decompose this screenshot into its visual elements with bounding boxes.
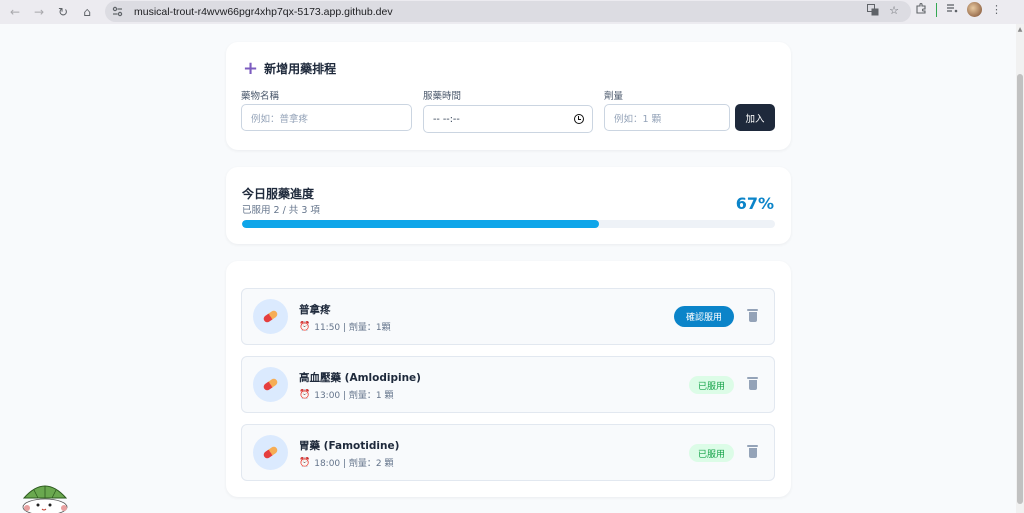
dose-label: 劑量 [604,91,624,102]
med-time-dose: 13:00 | 劑量：1 顆 [314,391,394,401]
alarm-clock-icon: ⏰ [299,389,311,400]
page-viewport: + 新增用藥排程 藥物名稱 例如：普拿疼 服藥時間 -- --:-- 劑量 例如… [0,24,1016,513]
add-button[interactable]: 加入 [735,104,775,131]
progress-bar [242,220,775,228]
med-name-input[interactable]: 例如：普拿疼 [241,104,412,131]
med-meta: ⏰ 13:00 | 劑量：1 顆 [299,388,394,402]
trash-icon[interactable] [747,445,758,458]
trash-icon[interactable] [747,377,758,390]
scroll-up-icon[interactable]: ▲ [1017,26,1023,33]
toolbar-divider [936,2,937,17]
med-name: 普拿疼 [299,304,331,316]
pill-icon [262,445,279,460]
med-avatar [253,299,288,334]
browser-toolbar: ← → ↻ ⌂ musical-trout-r4wvw66pgr4xhp7qx-… [0,0,1024,24]
clock-icon[interactable] [574,114,584,124]
med-name: 胃藥 (Famotidine) [299,440,400,452]
mascot-illustration [22,485,68,513]
time-input[interactable]: -- --:-- [423,105,593,133]
menu-kebab-icon[interactable]: ⋮ [991,3,1002,16]
medication-item: 高血壓藥 (Amlodipine) ⏰ 13:00 | 劑量：1 顆 已服用 [241,356,775,413]
med-name: 高血壓藥 (Amlodipine) [299,372,421,384]
url-text: musical-trout-r4wvw66pgr4xhp7qx-5173.app… [134,5,393,18]
medication-item: 普拿疼 ⏰ 11:50 | 劑量：1顆 確認服用 [241,288,775,345]
med-avatar [253,435,288,470]
add-schedule-card: + 新增用藥排程 藥物名稱 例如：普拿疼 服藥時間 -- --:-- 劑量 例如… [226,42,791,150]
alarm-clock-icon: ⏰ [299,321,311,332]
progress-title: 今日服藥進度 [242,187,315,201]
confirm-taken-button[interactable]: 確認服用 [674,306,734,327]
profile-avatar[interactable] [967,2,982,17]
pill-icon [262,377,279,392]
med-meta: ⏰ 11:50 | 劑量：1顆 [299,320,391,334]
trash-icon[interactable] [747,309,758,322]
medication-item: 胃藥 (Famotidine) ⏰ 18:00 | 劑量：2 顆 已服用 [241,424,775,481]
med-time-dose: 11:50 | 劑量：1顆 [314,323,391,333]
dose-placeholder: 例如：1 顆 [614,113,662,125]
progress-subtitle: 已服用 2 / 共 3 項 [242,205,320,216]
med-avatar [253,367,288,402]
taken-badge: 已服用 [689,444,734,462]
time-label: 服藥時間 [423,91,462,102]
bookmark-star-icon[interactable]: ☆ [889,4,899,19]
plus-icon: + [243,57,259,79]
time-value: -- --:-- [433,113,460,125]
home-icon[interactable]: ⌂ [75,2,99,22]
progress-card: 今日服藥進度 已服用 2 / 共 3 項 67% [226,167,791,244]
dose-input[interactable]: 例如：1 顆 [604,104,730,131]
page-scrollbar[interactable]: ▲ [1016,24,1024,513]
reading-list-icon[interactable] [946,2,958,17]
medication-list-card: 普拿疼 ⏰ 11:50 | 劑量：1顆 確認服用 高血壓藥 (Amlodipin… [226,261,791,497]
add-schedule-heading: + 新增用藥排程 [243,57,337,79]
site-info-icon[interactable] [110,5,124,19]
address-bar[interactable]: musical-trout-r4wvw66pgr4xhp7qx-5173.app… [105,1,911,22]
add-schedule-title: 新增用藥排程 [264,62,337,76]
progress-bar-fill [242,220,600,228]
forward-icon[interactable]: → [27,2,51,22]
extensions-icon[interactable] [915,2,927,17]
med-time-dose: 18:00 | 劑量：2 顆 [314,459,394,469]
scrollbar-thumb[interactable] [1017,74,1023,504]
reload-icon[interactable]: ↻ [51,2,75,22]
med-name-placeholder: 例如：普拿疼 [251,113,309,125]
progress-percent: 67% [735,194,774,213]
translate-icon[interactable] [867,4,879,19]
alarm-clock-icon: ⏰ [299,457,311,468]
back-icon[interactable]: ← [3,2,27,22]
med-meta: ⏰ 18:00 | 劑量：2 顆 [299,456,394,470]
med-name-label: 藥物名稱 [241,91,280,102]
taken-badge: 已服用 [689,376,734,394]
pill-icon [262,309,279,324]
